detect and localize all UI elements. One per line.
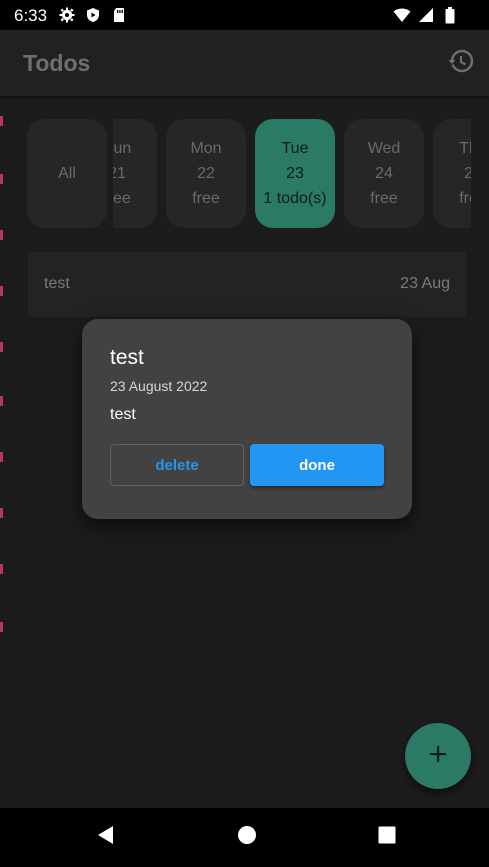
page-title: Todos — [23, 50, 91, 76]
day-card-mon[interactable]: Mon 22 free — [166, 119, 246, 228]
app-bar: Todos — [0, 30, 489, 96]
history-icon — [448, 48, 474, 79]
status-icons-left — [58, 6, 128, 24]
day-card-tue-selected[interactable]: Tue 23 1 todo(s) — [255, 119, 335, 228]
sd-card-icon — [110, 6, 128, 24]
day-card-all[interactable]: All — [27, 119, 107, 228]
day-card-label: All — [58, 165, 76, 182]
signal-icon — [417, 6, 435, 24]
day-status: free — [192, 190, 220, 207]
list-item[interactable]: test 23 Aug — [28, 252, 466, 317]
day-status: free — [459, 190, 471, 207]
todo-detail-dialog: test 23 August 2022 test delete done — [82, 319, 412, 519]
day-status: free — [370, 190, 398, 207]
recents-icon — [377, 825, 397, 850]
status-time: 6:33 — [14, 6, 48, 25]
day-number: 22 — [197, 165, 215, 182]
day-name: Tue — [281, 140, 309, 157]
dialog-title: test — [110, 346, 144, 369]
status-icons-right — [393, 6, 459, 24]
history-button[interactable] — [447, 49, 475, 77]
delete-button[interactable]: delete — [110, 444, 244, 486]
done-button[interactable]: done — [250, 444, 384, 486]
system-nav-bar — [0, 808, 489, 867]
day-name: Wed — [367, 140, 401, 157]
dialog-body: test — [110, 406, 136, 423]
home-button[interactable] — [235, 825, 259, 849]
day-status: 1 todo(s) — [263, 190, 327, 207]
app-screen: Todos All Sun 21 free Mon 22 free Tue 23… — [0, 30, 489, 808]
back-button[interactable] — [94, 825, 118, 849]
day-number: 25 — [464, 165, 471, 182]
recents-button[interactable] — [375, 825, 399, 849]
todo-title: test — [44, 275, 70, 292]
day-selector: All Sun 21 free Mon 22 free Tue 23 1 tod… — [27, 119, 471, 229]
todo-date: 23 Aug — [400, 275, 450, 292]
day-name: Mon — [190, 140, 222, 157]
day-number: 23 — [286, 165, 304, 182]
day-name: Thu — [459, 140, 471, 157]
plus-icon — [428, 744, 448, 769]
day-card-wed[interactable]: Wed 24 free — [344, 119, 424, 228]
shield-play-icon — [84, 6, 102, 24]
day-card-thu[interactable]: Thu 25 free — [433, 119, 471, 228]
gear-icon — [58, 6, 76, 24]
day-number: 24 — [375, 165, 393, 182]
status-bar: 6:33 — [0, 0, 489, 30]
dialog-date: 23 August 2022 — [110, 378, 208, 394]
add-todo-button[interactable] — [405, 723, 471, 789]
battery-icon — [441, 6, 459, 24]
home-icon — [237, 825, 257, 850]
left-edge-strip — [0, 96, 3, 808]
back-icon — [96, 825, 116, 850]
wifi-icon — [393, 6, 411, 24]
